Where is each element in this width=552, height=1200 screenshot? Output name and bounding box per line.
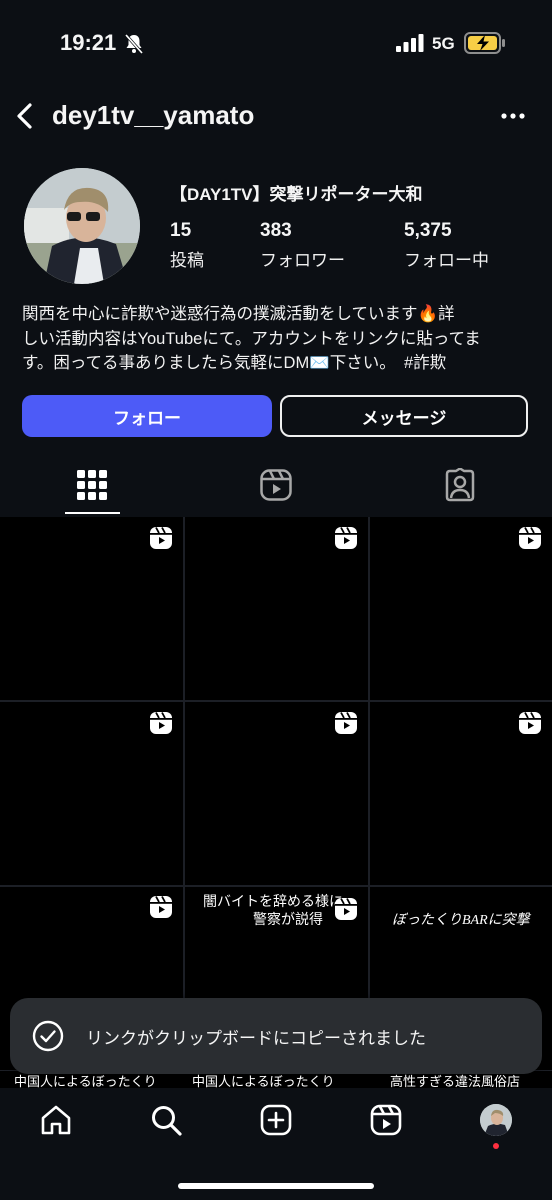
post-caption: 中国人によるぼったくり <box>192 1074 335 1088</box>
reels-icon[interactable] <box>370 1104 402 1136</box>
message-button[interactable]: メッセージ <box>280 395 528 437</box>
following-label[interactable]: フォロー中 <box>404 246 489 271</box>
clipboard-toast: リンクがクリップボードにコピーされました <box>10 998 542 1074</box>
post-caption: 警察が説得 <box>253 913 323 928</box>
battery-charging-icon <box>464 32 505 54</box>
reel-badge-icon <box>335 712 357 734</box>
reel-badge-icon <box>150 896 172 918</box>
profile-avatar[interactable] <box>480 1104 512 1136</box>
reel-badge-icon <box>150 527 172 549</box>
profile-avatar[interactable] <box>24 168 140 284</box>
reels-icon[interactable] <box>259 468 293 502</box>
posts-count: 15 <box>170 220 192 241</box>
create-icon[interactable] <box>260 1104 292 1136</box>
posts-label: 投稿 <box>170 251 204 270</box>
signal-icon <box>396 34 424 52</box>
post-caption: 闇バイトを辞める様に <box>203 895 343 910</box>
search-icon[interactable] <box>150 1104 182 1136</box>
reel-badge-icon <box>150 712 172 734</box>
post-caption: 高性すぎる違法風俗店 <box>390 1074 521 1088</box>
tagged-icon[interactable] <box>443 468 477 502</box>
home-indicator[interactable] <box>178 1183 374 1189</box>
posts-grid: 闇バイトを辞める様に 警察が説得 ぼったくりBARに突撃 <box>0 517 552 1081</box>
reel-badge-icon <box>335 898 357 920</box>
status-time: 19:21 <box>60 30 117 55</box>
bio-line: 関西を中心に詐欺や迷惑行為の撲滅活動をしています🔥詳 <box>22 305 455 323</box>
profile-bio: 関西を中心に詐欺や迷惑行為の撲滅活動をしています🔥詳 しい活動内容はYouTub… <box>22 302 534 376</box>
reel-badge-icon <box>335 527 357 549</box>
active-tab-indicator <box>65 512 120 514</box>
notification-dot <box>493 1143 499 1149</box>
followers-label[interactable]: フォロワー <box>260 246 345 271</box>
reel-badge-icon <box>519 712 541 734</box>
profile-username: dey1tv__yamato <box>52 100 255 130</box>
more-dots-icon[interactable] <box>500 104 526 128</box>
following-count[interactable]: 5,375 <box>404 220 452 242</box>
grid-icon[interactable] <box>75 468 109 502</box>
bell-slash-icon <box>125 34 143 54</box>
avatar-photo <box>480 1104 512 1136</box>
display-name: 【DAY1TV】突撃リポーター大和 <box>170 185 423 204</box>
grid-next-row-strip: 中国人によるぼったくり 中国人によるぼったくり 高性すぎる違法風俗店 <box>0 1074 552 1088</box>
bio-line: しい活動内容はYouTubeにて。アカウントをリンクに貼ってま <box>22 329 481 348</box>
follow-button[interactable]: フォロー <box>22 395 272 437</box>
toast-message: リンクがクリップボードにコピーされました <box>86 1028 426 1048</box>
avatar-photo <box>24 168 140 284</box>
reel-badge-icon <box>519 527 541 549</box>
home-icon[interactable] <box>40 1104 72 1136</box>
bio-line: す。困ってる事ありましたら気軽にDM✉️下さい。 #詐欺 <box>22 354 447 372</box>
check-circle-icon <box>32 1020 64 1052</box>
followers-count[interactable]: 383 <box>260 220 292 242</box>
post-caption: 中国人によるぼったくり <box>14 1074 157 1088</box>
back-chevron-icon[interactable] <box>12 102 38 130</box>
network-type: 5G <box>432 34 455 53</box>
post-caption: ぼったくりBARに突撃 <box>392 913 530 928</box>
